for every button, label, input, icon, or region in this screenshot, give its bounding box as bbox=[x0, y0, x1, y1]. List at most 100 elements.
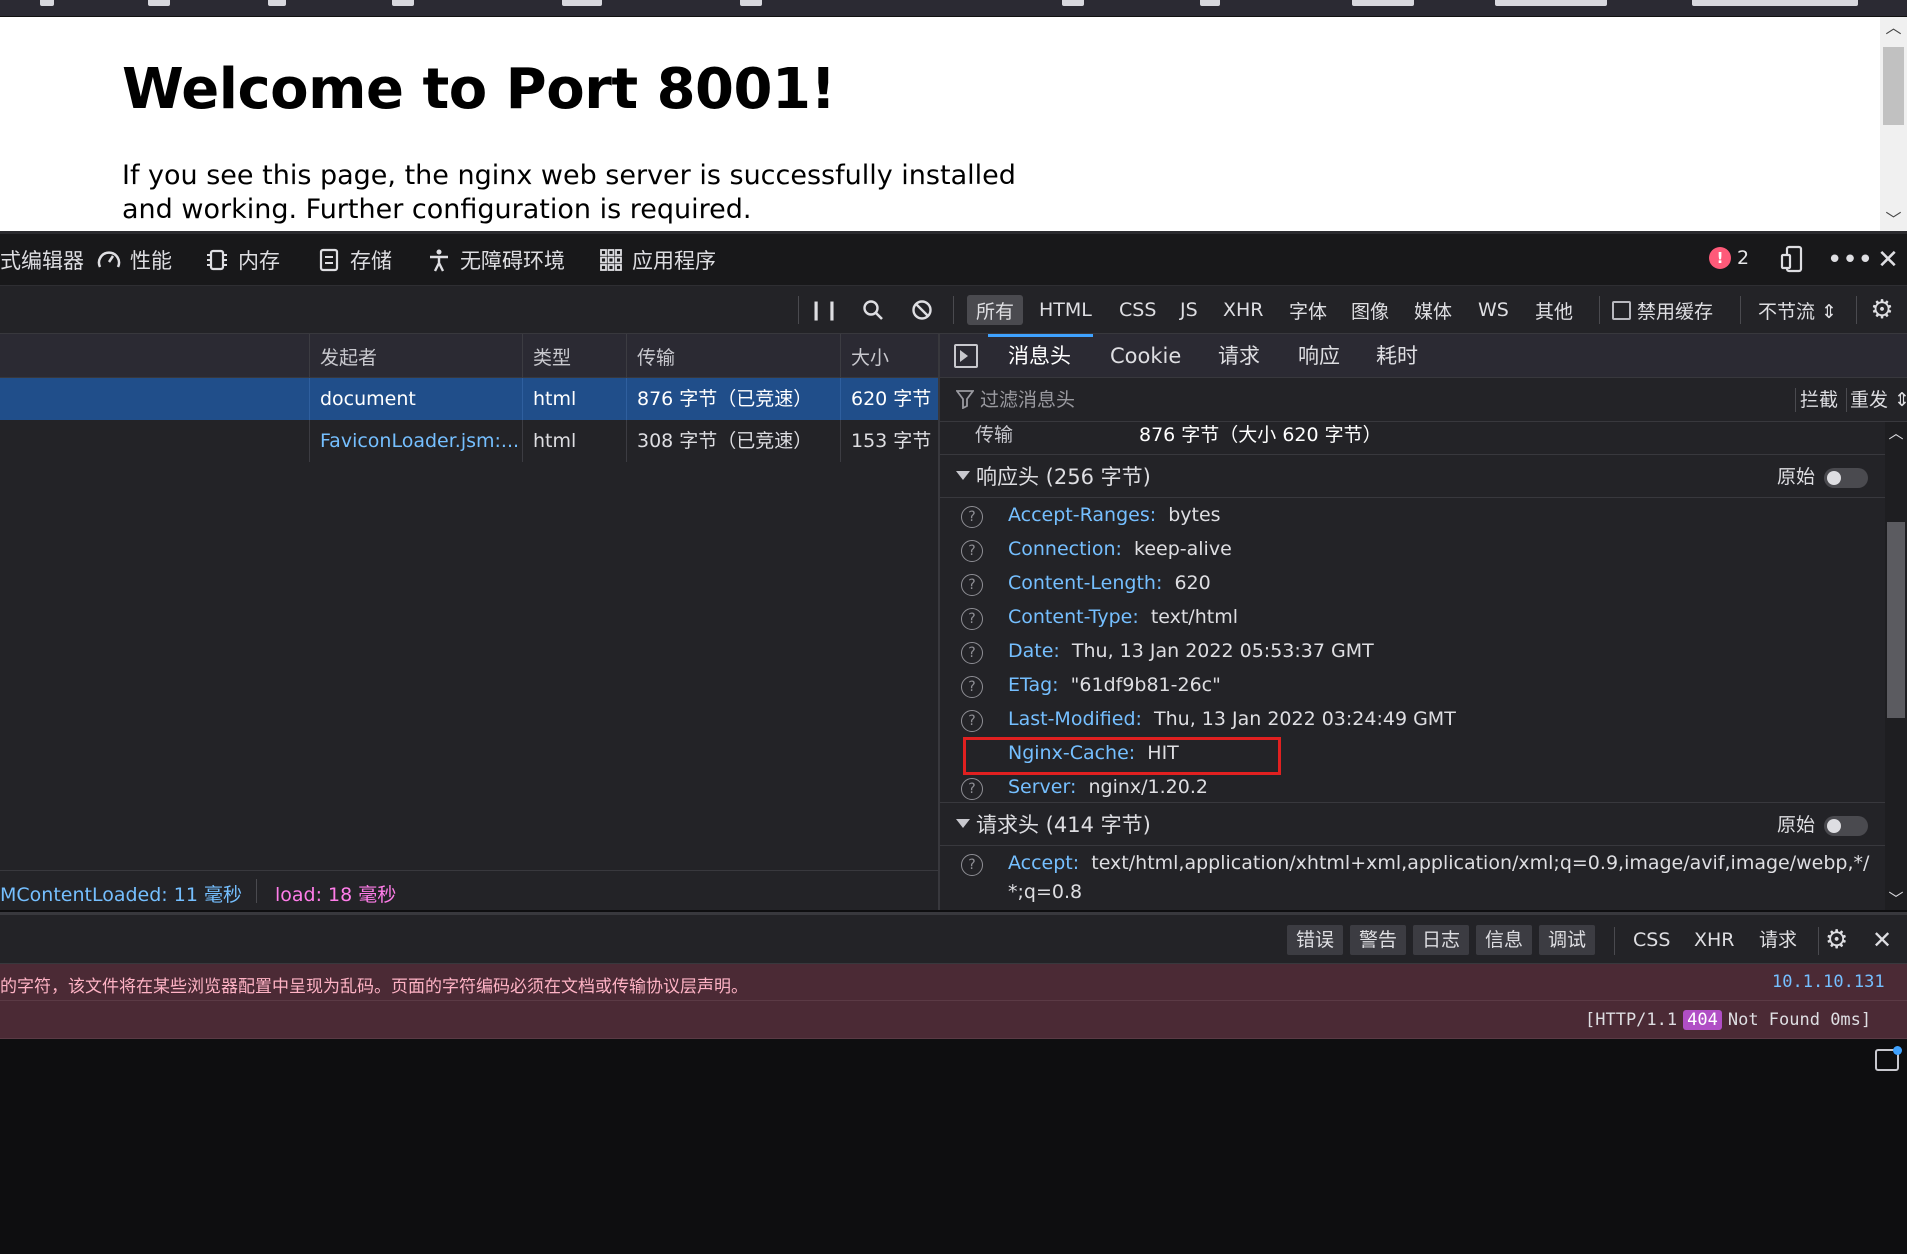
web-page-viewport: Welcome to Port 8001! If you see this pa… bbox=[0, 17, 1907, 231]
block-button[interactable]: 拦截 bbox=[1800, 378, 1838, 422]
raw-toggle[interactable] bbox=[1824, 468, 1868, 488]
filter-css-messages[interactable]: CSS bbox=[1633, 925, 1670, 955]
filter-headers-input[interactable]: 过滤消息头 bbox=[980, 378, 1075, 422]
load-time: load: 18 毫秒 bbox=[275, 884, 397, 906]
clear-icon[interactable] bbox=[906, 294, 938, 326]
request-details-panel: 消息头 Cookie 请求 响应 耗时 过滤消息头 拦截 重发 ⇕ 传输 876… bbox=[940, 334, 1907, 910]
help-icon[interactable]: ? bbox=[961, 642, 983, 664]
raw-toggle[interactable] bbox=[1824, 816, 1868, 836]
raw-label: 原始 bbox=[1777, 814, 1816, 836]
column-size[interactable]: 大小 bbox=[840, 334, 938, 378]
initiator-cell[interactable]: FaviconLoader.jsm:... bbox=[309, 420, 522, 462]
help-icon[interactable]: ? bbox=[961, 608, 983, 630]
tab-response[interactable]: 响应 bbox=[1298, 334, 1340, 378]
help-icon[interactable]: ? bbox=[961, 540, 983, 562]
table-row[interactable]: document html 876 字节（已竞速） 620 字节 bbox=[0, 378, 938, 420]
level-debug[interactable]: 调试 bbox=[1539, 925, 1596, 955]
memory-chip-icon bbox=[204, 247, 230, 273]
filter-funnel-icon bbox=[955, 389, 975, 414]
details-scrollbar[interactable]: ︿ ﹀ bbox=[1885, 422, 1907, 910]
more-options-icon[interactable]: ••• bbox=[1827, 244, 1873, 276]
header-value-continued: *;q=0.8 bbox=[1008, 881, 1083, 903]
tab-storage[interactable]: 存储 bbox=[316, 234, 392, 286]
collapse-triangle-icon[interactable] bbox=[956, 471, 970, 480]
tab-application[interactable]: 应用程序 bbox=[598, 234, 716, 286]
pause-icon[interactable]: ❙❙ bbox=[808, 294, 840, 326]
header-entry: Content-Length: 620 bbox=[1008, 572, 1211, 594]
table-row[interactable]: FaviconLoader.jsm:... html 308 字节（已竞速） 1… bbox=[0, 420, 938, 462]
tab-timings[interactable]: 耗时 bbox=[1376, 334, 1418, 378]
disable-cache-label: 禁用缓存 bbox=[1637, 300, 1714, 323]
column-type[interactable]: 类型 bbox=[522, 334, 626, 378]
filter-images[interactable]: 图像 bbox=[1342, 295, 1398, 325]
filter-fonts[interactable]: 字体 bbox=[1280, 295, 1336, 325]
level-errors[interactable]: 错误 bbox=[1287, 925, 1344, 955]
filter-ws[interactable]: WS bbox=[1469, 295, 1518, 325]
transferred-cell: 876 字节（已竞速） bbox=[626, 378, 840, 420]
responsive-design-mode-icon[interactable] bbox=[1777, 244, 1809, 276]
disable-cache-checkbox[interactable]: 禁用缓存 bbox=[1612, 295, 1713, 325]
header-row: ? Content-Length: 620 bbox=[940, 568, 1885, 602]
help-icon[interactable]: ? bbox=[961, 854, 983, 876]
collapse-triangle-icon[interactable] bbox=[956, 819, 970, 828]
resend-button[interactable]: 重发 ⇕ bbox=[1850, 378, 1907, 422]
level-logs[interactable]: 日志 bbox=[1413, 925, 1470, 955]
help-icon[interactable]: ? bbox=[961, 778, 983, 800]
tab-memory[interactable]: 内存 bbox=[204, 234, 280, 286]
toggle-sidebar-icon[interactable] bbox=[954, 344, 978, 368]
header-row: ? Last-Modified: Thu, 13 Jan 2022 03:24:… bbox=[940, 704, 1885, 738]
console-input-area[interactable] bbox=[0, 1039, 1907, 1254]
header-entry: Nginx-Cache: HIT bbox=[1008, 742, 1179, 764]
filter-request-messages[interactable]: 请求 bbox=[1759, 925, 1797, 955]
tab-accessibility[interactable]: 无障碍环境 bbox=[426, 234, 565, 286]
console-toolbar: 错误 警告 日志 信息 调试 CSS XHR 请求 ⚙ ✕ bbox=[0, 912, 1907, 964]
column-transferred[interactable]: 传输 bbox=[626, 334, 840, 378]
filter-js[interactable]: JS bbox=[1171, 295, 1207, 325]
tab-request[interactable]: 请求 bbox=[1218, 334, 1260, 378]
header-name: Date bbox=[1008, 640, 1054, 662]
filter-other[interactable]: 其他 bbox=[1526, 295, 1582, 325]
search-icon[interactable] bbox=[857, 294, 889, 326]
help-icon[interactable]: ? bbox=[961, 506, 983, 528]
details-scrollbar-thumb[interactable] bbox=[1887, 522, 1905, 718]
filter-xhr-messages[interactable]: XHR bbox=[1694, 925, 1735, 955]
tab-headers[interactable]: 消息头 bbox=[988, 334, 1093, 378]
column-initiator[interactable]: 发起者 bbox=[309, 334, 522, 378]
scroll-down-arrow-icon[interactable]: ﹀ bbox=[1880, 209, 1907, 231]
filter-html[interactable]: HTML bbox=[1030, 295, 1101, 325]
header-entry: Accept: text/html,application/xhtml+xml,… bbox=[1008, 852, 1870, 874]
tab-performance[interactable]: 性能 bbox=[96, 234, 172, 286]
tab-cookie[interactable]: Cookie bbox=[1110, 334, 1181, 378]
settings-gear-icon[interactable]: ⚙ bbox=[1866, 294, 1898, 326]
help-icon[interactable]: ? bbox=[961, 710, 983, 732]
close-console-icon[interactable]: ✕ bbox=[1872, 925, 1892, 955]
header-value: text/html bbox=[1150, 606, 1238, 628]
page-scrollbar-thumb[interactable] bbox=[1883, 47, 1904, 125]
scroll-down-arrow-icon[interactable]: ﹀ bbox=[1885, 888, 1907, 910]
http-status-summary: [HTTP/1.1 404 Not Found 0ms] bbox=[1585, 1010, 1871, 1030]
level-warnings[interactable]: 警告 bbox=[1350, 925, 1407, 955]
filter-xhr[interactable]: XHR bbox=[1214, 295, 1273, 325]
close-devtools-icon[interactable]: ✕ bbox=[1872, 244, 1904, 276]
tab-style-editor[interactable]: 式编辑器 bbox=[0, 234, 84, 286]
console-settings-gear-icon[interactable]: ⚙ bbox=[1825, 925, 1848, 955]
help-icon[interactable]: ? bbox=[961, 676, 983, 698]
throttling-select[interactable]: 不节流 ⇕ bbox=[1749, 295, 1846, 325]
level-info[interactable]: 信息 bbox=[1476, 925, 1533, 955]
page-scrollbar[interactable]: ︿ ﹀ bbox=[1880, 17, 1907, 231]
filter-media[interactable]: 媒体 bbox=[1405, 295, 1461, 325]
filter-css[interactable]: CSS bbox=[1110, 295, 1165, 325]
error-count-badge[interactable]: ! 2 bbox=[1709, 247, 1749, 269]
scroll-up-arrow-icon[interactable]: ︿ bbox=[1885, 422, 1907, 444]
header-row: ? ETag: "61df9b81-26c" bbox=[940, 670, 1885, 704]
request-headers-section[interactable]: 请求头 (414 字节) 原始 bbox=[940, 802, 1885, 846]
header-value: 620 bbox=[1174, 572, 1211, 594]
console-message-source[interactable]: 10.1.10.131 bbox=[1772, 972, 1885, 992]
scroll-up-arrow-icon[interactable]: ︿ bbox=[1880, 17, 1907, 39]
filter-all[interactable]: 所有 bbox=[967, 295, 1024, 325]
help-icon[interactable]: ? bbox=[961, 574, 983, 596]
transfer-label: 传输 bbox=[975, 424, 1014, 446]
response-headers-section[interactable]: 响应头 (256 字节) 原始 bbox=[940, 454, 1885, 498]
request-summary-footer: MContentLoaded: 11 毫秒 load: 18 毫秒 bbox=[0, 870, 938, 910]
console-sidebar-toggle-icon[interactable] bbox=[1875, 1046, 1902, 1071]
